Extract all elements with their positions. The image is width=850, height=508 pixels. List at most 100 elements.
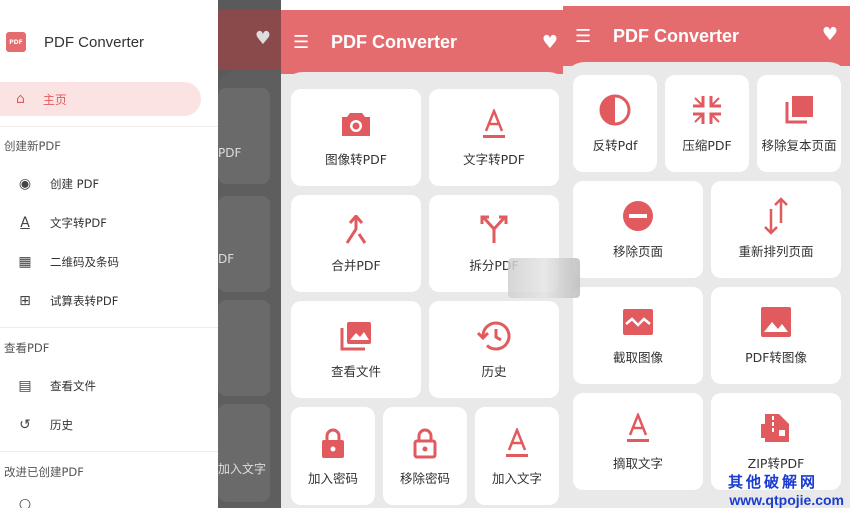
watermark: 其他破解网 www.qtpojie.com: [728, 471, 844, 508]
app-title: PDF Converter: [613, 25, 740, 46]
tools-sheet: 反转Pdf 压缩PDF 移除复本页面 移除页面 重新排列页面 截取图像 PDF转…: [563, 62, 850, 508]
menu-icon[interactable]: ☰: [293, 32, 321, 53]
blurred-overlay: [508, 258, 580, 298]
tool-merge-pdf[interactable]: 合并PDF: [291, 195, 421, 292]
tool-label: 移除复本页面: [761, 138, 837, 153]
compress-icon: [691, 93, 723, 127]
drawer-item-label: 主页: [42, 92, 67, 107]
image-icon: ▤: [18, 378, 32, 394]
tool-invert-pdf[interactable]: 反转Pdf: [573, 75, 657, 172]
extract-text-icon: [625, 411, 651, 445]
tool-image-to-pdf[interactable]: 图像转PDF: [291, 89, 421, 186]
drawer-item-qrcode[interactable]: ▦ 二维码及条码: [14, 254, 119, 270]
tool-label: ZIP转PDF: [747, 456, 805, 471]
dimmed-card: 加入文字: [218, 404, 270, 502]
tool-label: 重新排列页面: [738, 244, 814, 259]
home-screen-2: ☰ PDF Converter ♥ 反转Pdf 压缩PDF 移除复本页面 移除页…: [563, 6, 850, 508]
app-bar: ☰ PDF Converter ♥: [563, 6, 850, 66]
divider: [0, 126, 218, 127]
tool-label: 历史: [481, 364, 507, 379]
app-title: PDF Converter: [331, 31, 458, 52]
watermark-line2: www.qtpojie.com: [729, 492, 844, 508]
drawer-title: PDF Converter: [44, 33, 145, 51]
tool-compress-pdf[interactable]: 压缩PDF: [665, 75, 749, 172]
tool-label: PDF转图像: [745, 350, 807, 365]
divider: [0, 327, 218, 328]
tool-label: 截取图像: [612, 350, 663, 365]
tool-label: 加入文字: [491, 470, 542, 486]
crop-image-icon: [622, 305, 654, 339]
drawer-item-label: 二维码及条码: [50, 255, 119, 269]
lock-icon: [320, 426, 346, 460]
dimmed-card: [218, 300, 270, 396]
tool-add-text[interactable]: 加入文字: [475, 407, 559, 505]
reorder-icon: [761, 197, 791, 235]
tool-label: 图像转PDF: [325, 152, 387, 167]
tool-label: 反转Pdf: [592, 138, 638, 153]
merge-icon: [343, 213, 369, 247]
drawer-item-label: 查看文件: [50, 379, 96, 393]
tool-label: 摘取文字: [612, 456, 663, 471]
watermark-line1: 其他破解网: [727, 474, 818, 491]
navigation-drawer: PDF PDF Converter ⌂ 主页 创建新PDF ◉ 创建 PDF A 文…: [0, 0, 218, 508]
drawer-item-view-files[interactable]: ▤ 查看文件: [14, 378, 96, 394]
tool-reorder-pages[interactable]: 重新排列页面: [711, 181, 841, 278]
text-icon: [481, 107, 507, 141]
tool-extract-text[interactable]: 摘取文字: [573, 393, 703, 490]
tool-label: 移除页面: [612, 244, 663, 259]
drawer-item-label: 试算表转PDF: [50, 294, 119, 308]
partial-icon: ○: [18, 496, 32, 508]
heart-icon[interactable]: ♥: [542, 32, 558, 53]
tool-extract-images[interactable]: 截取图像: [573, 287, 703, 384]
drawer-item-label: 创建 PDF: [50, 177, 100, 191]
tool-remove-password[interactable]: 移除密码: [383, 407, 467, 505]
tool-remove-duplicates[interactable]: 移除复本页面: [757, 75, 841, 172]
tool-label: 合并PDF: [331, 258, 381, 273]
drawer-item-home[interactable]: ⌂ 主页: [0, 82, 201, 116]
drawer-item-label: 历史: [50, 418, 73, 432]
dimmed-appbar: ♥: [218, 10, 281, 70]
duplicate-icon: [783, 93, 815, 127]
drawer-item-text-to-pdf[interactable]: A 文字转PDF: [14, 215, 107, 231]
remove-page-icon: [621, 199, 655, 233]
dimmed-card: DF: [218, 196, 270, 292]
history-icon: ↺: [19, 417, 31, 433]
tool-view-files[interactable]: 查看文件: [291, 301, 421, 398]
tool-label: 加入密码: [307, 470, 358, 486]
app-logo: PDF: [6, 32, 26, 52]
heart-icon[interactable]: ♥: [822, 24, 838, 45]
drawer-item-create-pdf[interactable]: ◉ 创建 PDF: [14, 176, 99, 192]
table-icon: ⊞: [19, 293, 31, 309]
section-title-view: 查看PDF: [4, 341, 50, 355]
tool-label: 文字转PDF: [463, 152, 525, 167]
section-title-create: 创建新PDF: [4, 139, 61, 153]
text-icon: [504, 426, 530, 460]
tool-add-password[interactable]: 加入密码: [291, 407, 375, 505]
drawer-item-history[interactable]: ↺ 历史: [14, 417, 73, 433]
drawer-item-partial[interactable]: ○: [14, 496, 50, 508]
menu-icon[interactable]: ☰: [575, 26, 603, 47]
divider: [0, 451, 218, 452]
drawer-scrim[interactable]: ♥ PDF DF 加入文字: [218, 0, 281, 508]
drawer-header: PDF PDF Converter: [0, 0, 218, 84]
image-icon: [339, 319, 373, 353]
drawer-item-spreadsheet[interactable]: ⊞ 试算表转PDF: [14, 293, 118, 309]
split-icon: [480, 213, 508, 247]
tool-pdf-to-image[interactable]: PDF转图像: [711, 287, 841, 384]
text-icon: A: [20, 215, 30, 231]
tool-history[interactable]: 历史: [429, 301, 559, 398]
app-bar: ☰ PDF Converter ♥: [281, 10, 570, 74]
home-icon: ⌂: [16, 91, 25, 107]
tool-text-to-pdf[interactable]: 文字转PDF: [429, 89, 559, 186]
dimmed-card: PDF: [218, 88, 270, 184]
camera-icon: ◉: [18, 176, 32, 192]
drawer-item-label: 文字转PDF: [50, 216, 107, 230]
heart-icon: ♥: [254, 28, 271, 49]
invert-icon: [598, 93, 632, 127]
tool-label: 查看文件: [330, 364, 381, 379]
zip-icon: [759, 411, 793, 445]
unlock-icon: [412, 426, 438, 460]
tool-remove-pages[interactable]: 移除页面: [573, 181, 703, 278]
camera-icon: [340, 107, 372, 141]
section-title-improve: 改进已创建PDF: [4, 465, 84, 479]
